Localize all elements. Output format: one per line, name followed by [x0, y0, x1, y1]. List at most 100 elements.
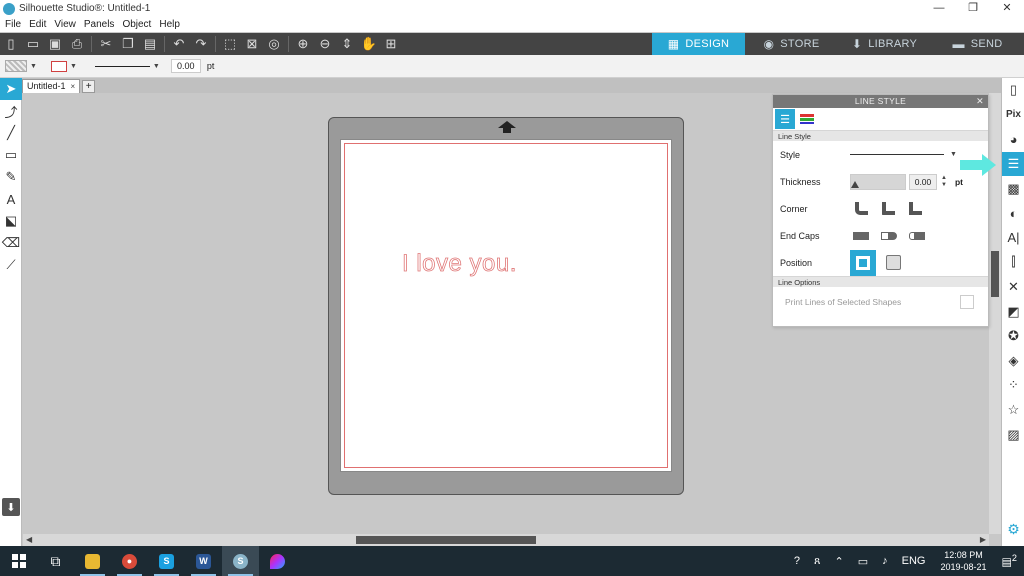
new-icon[interactable]: ▯ [0, 34, 22, 54]
deselect-icon[interactable]: ⊠ [241, 34, 263, 54]
save-icon[interactable]: ▣ [44, 34, 66, 54]
cap-round-button[interactable] [878, 226, 900, 246]
file-explorer-icon[interactable] [74, 546, 111, 576]
horizontal-scroll-thumb[interactable] [356, 536, 536, 544]
doc-tab-untitled[interactable]: Untitled-1 × [22, 79, 81, 93]
scroll-right-icon[interactable]: ▶ [980, 534, 986, 546]
eraser-tool-icon[interactable]: ⌫ [0, 232, 22, 254]
line-style-dropdown-icon[interactable]: ▼ [153, 63, 160, 70]
design-page[interactable]: I love you. [340, 139, 672, 472]
page-setup-icon[interactable]: ▯ [1002, 78, 1024, 103]
corner-round-button[interactable] [850, 199, 872, 219]
close-button[interactable]: ✕ [990, 0, 1024, 17]
select-all-icon[interactable]: ⬚ [219, 34, 241, 54]
menu-view[interactable]: View [54, 19, 76, 30]
point-edit-icon[interactable]: ⤴ [0, 100, 22, 122]
fill-tool-icon[interactable]: ⬕ [0, 210, 22, 232]
align-icon[interactable]: ⫿ [1002, 250, 1024, 275]
scroll-left-icon[interactable]: ◀ [26, 534, 32, 546]
panel-close-icon[interactable]: ✕ [976, 95, 984, 108]
fill-pattern-icon[interactable]: ▩ [1002, 176, 1024, 201]
line-style-icon[interactable]: ☰ [1002, 151, 1024, 177]
import-icon[interactable]: ⬇ [2, 498, 20, 516]
print-lines-checkbox[interactable] [960, 295, 974, 309]
thickness-slider[interactable] [850, 173, 906, 190]
replicate-icon[interactable]: ◎ [263, 34, 285, 54]
undo-icon[interactable]: ↶ [168, 34, 190, 54]
line-style-tab-icon[interactable]: ☰ [775, 109, 795, 129]
rectangle-tool-icon[interactable]: ▭ [0, 144, 22, 166]
menu-object[interactable]: Object [122, 19, 151, 30]
trace-icon[interactable]: ⁘ [1002, 373, 1024, 398]
modify-icon[interactable]: ✪ [1002, 324, 1024, 349]
fit-page-icon[interactable]: ⊞ [380, 34, 402, 54]
cap-square-button[interactable] [906, 226, 928, 246]
copy-icon[interactable]: ❐ [117, 34, 139, 54]
stroke-color-swatch[interactable] [50, 60, 67, 72]
style-dropdown-icon[interactable]: ▼ [950, 151, 957, 158]
language-indicator[interactable]: ENG [902, 555, 926, 567]
task-view-icon[interactable]: ⧉ [37, 546, 74, 576]
transform-icon[interactable]: ✕ [1002, 275, 1024, 300]
line-color-tab-icon[interactable] [797, 109, 817, 129]
zoom-fit-icon[interactable]: ⇕ [336, 34, 358, 54]
cap-butt-button[interactable] [850, 226, 872, 246]
fill-dropdown-icon[interactable]: ▼ [30, 63, 37, 70]
menu-panels[interactable]: Panels [84, 19, 115, 30]
replicate-panel-icon[interactable]: ◩ [1002, 299, 1024, 324]
vertical-scroll-thumb[interactable] [991, 251, 999, 297]
paste-icon[interactable]: ▤ [139, 34, 161, 54]
open-icon[interactable]: ▭ [22, 34, 44, 54]
notifications-icon[interactable]: ▤2 [1002, 553, 1018, 569]
menu-edit[interactable]: Edit [29, 19, 46, 30]
volume-icon[interactable]: ♪ [882, 555, 888, 567]
select-tool-icon[interactable]: ➤ [0, 78, 22, 100]
slider-knob[interactable] [851, 180, 859, 188]
start-button[interactable] [0, 546, 37, 576]
settings-gear-icon[interactable]: ⚙ [1002, 521, 1024, 538]
pan-icon[interactable]: ✋ [358, 34, 380, 54]
print-icon[interactable]: ⎙ [66, 34, 88, 54]
pixscan-icon[interactable]: Pix [1002, 103, 1024, 128]
people-icon[interactable]: ጸ [814, 555, 820, 568]
clock[interactable]: 12:08 PM 2019-08-21 [940, 549, 986, 573]
thickness-field[interactable]: 0.00 [909, 173, 937, 190]
tab-library[interactable]: ⬇ LIBRARY [838, 33, 931, 55]
fill-color-icon[interactable]: ◕ [1002, 127, 1024, 152]
help-icon[interactable]: ? [794, 555, 800, 567]
skype-icon[interactable]: S [148, 546, 185, 576]
redo-icon[interactable]: ↷ [190, 34, 212, 54]
silhouette-taskbar-icon[interactable]: S [222, 546, 259, 576]
close-tab-icon[interactable]: × [71, 80, 76, 93]
horizontal-scrollbar[interactable]: ◀ ▶ [23, 534, 989, 546]
thickness-stepper[interactable]: ▲ ▼ [941, 175, 947, 189]
tab-send[interactable]: ▬ SEND [931, 33, 1024, 55]
image-effects-icon[interactable]: ◐ [1002, 201, 1024, 226]
text-object[interactable]: I love you. [402, 250, 517, 278]
text-tool-icon[interactable]: A [0, 188, 22, 210]
zoom-in-icon[interactable]: ⊕ [292, 34, 314, 54]
position-center-button[interactable] [880, 250, 906, 276]
tab-design[interactable]: ▦ DESIGN [652, 33, 745, 55]
text-style-icon[interactable]: A| [1002, 226, 1024, 251]
corner-bevel-button[interactable] [877, 199, 899, 219]
minimize-button[interactable]: — [922, 0, 956, 17]
line-weight-field[interactable]: 0.00 [170, 59, 201, 73]
new-tab-button[interactable]: + [82, 80, 96, 93]
offset-icon[interactable]: ◈ [1002, 349, 1024, 374]
maximize-button[interactable]: ❐ [956, 0, 990, 17]
star-icon[interactable]: ☆ [1002, 398, 1024, 423]
chrome-icon[interactable]: ● [111, 546, 148, 576]
position-inside-button[interactable] [850, 249, 876, 276]
zoom-out-icon[interactable]: ⊖ [314, 34, 336, 54]
sketch-icon[interactable]: ▨ [1002, 422, 1024, 447]
stroke-dropdown-icon[interactable]: ▼ [70, 63, 77, 70]
line-style-preview[interactable] [94, 65, 150, 67]
knife-tool-icon[interactable]: ⟋ [0, 254, 22, 276]
pencil-tool-icon[interactable]: ✎ [0, 166, 22, 188]
line-style-selector[interactable] [850, 154, 944, 155]
menu-file[interactable]: File [5, 19, 21, 30]
corner-miter-button[interactable] [904, 199, 926, 219]
battery-icon[interactable]: ▭ [858, 555, 868, 568]
cut-icon[interactable]: ✂ [95, 34, 117, 54]
